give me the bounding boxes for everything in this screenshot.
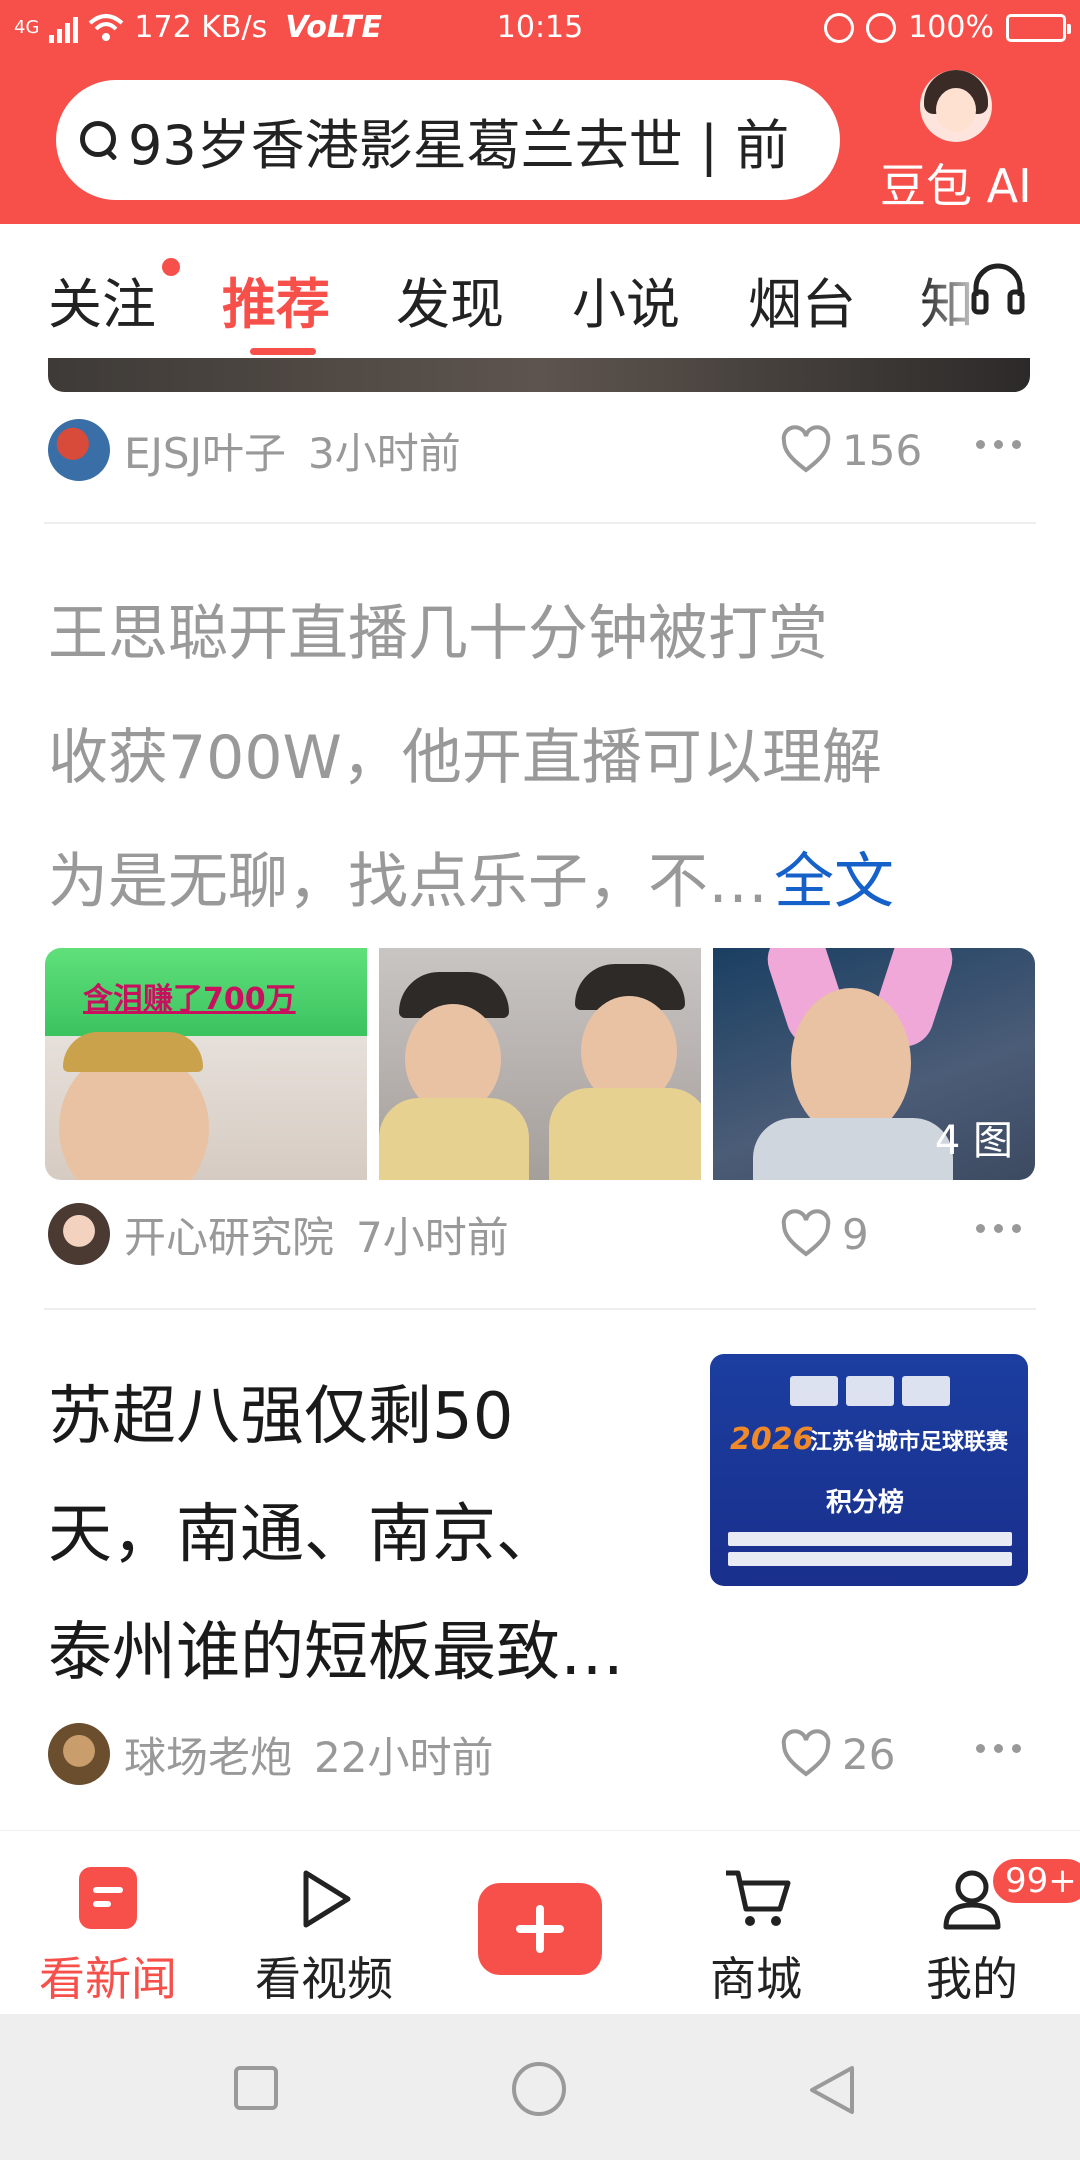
heart-icon — [781, 425, 831, 473]
header: 4G 172 KB/s VoLTE 10:15 100% 93岁香港影星葛兰去世… — [0, 0, 1080, 224]
image-count: 4 图 — [934, 1118, 1013, 1164]
cart-icon — [726, 1870, 791, 1926]
author-avatar[interactable] — [48, 419, 110, 481]
publish-button[interactable] — [478, 1883, 602, 1975]
recents-button[interactable] — [234, 2066, 278, 2110]
heart-icon — [781, 1209, 831, 1257]
channel-tabs: 关注 推荐 发现 小说 烟台 知 — [0, 224, 1080, 358]
tab-novel[interactable]: 小说 — [572, 260, 680, 339]
ai-avatar-icon — [920, 70, 992, 142]
home-button[interactable] — [512, 2062, 566, 2116]
doubao-ai-button[interactable]: 豆包 AI — [876, 62, 1076, 213]
battery-percent: 100% — [908, 10, 994, 45]
system-nav-bar — [0, 2014, 1080, 2160]
like-count: 9 — [842, 1209, 869, 1259]
author-avatar[interactable] — [48, 1723, 110, 1785]
article-text[interactable]: 王思聪开直播几十分钟被打赏 收获700W，他开直播可以理解 为是无聊，找点乐子，… — [48, 572, 1038, 944]
article-image-1[interactable]: 含泪赚了700万 — [45, 948, 367, 1180]
nav-mall[interactable]: 商城 — [666, 1867, 846, 2017]
back-button[interactable] — [804, 2062, 858, 2118]
bottom-nav: 看新闻 看视频 商城 我的 — [0, 1830, 1080, 2014]
article-title[interactable]: 苏超八强仅剩50 天，南通、南京、 泰州谁的短板最致… — [48, 1358, 688, 1712]
tab-recommend[interactable]: 推荐 — [222, 260, 330, 339]
card-subtitle: 积分榜 — [826, 1488, 905, 1518]
article-cover-image[interactable]: 2026 江苏省城市足球联赛 积分榜 — [710, 1354, 1028, 1586]
search-icon — [80, 121, 118, 159]
news-icon — [79, 1867, 137, 1929]
image-banner-text: 含泪赚了700万 — [83, 982, 296, 1017]
status-bar: 4G 172 KB/s VoLTE 10:15 100% — [0, 0, 1080, 56]
card-title: 江苏省城市足球联赛 — [810, 1430, 1009, 1455]
heart-icon — [781, 1729, 831, 1777]
post-time: 22小时前 — [314, 1732, 494, 1782]
author-name[interactable]: 球场老炮 — [124, 1724, 292, 1785]
like-button[interactable]: 156 — [780, 424, 922, 476]
tab-follow[interactable]: 关注 — [48, 260, 156, 339]
headphone-icon[interactable] — [968, 258, 1028, 318]
video-thumbnail[interactable] — [48, 358, 1030, 392]
post-time: 3小时前 — [307, 428, 461, 478]
article-meta: 开心研究院 7小时前 9 — [48, 1202, 1038, 1266]
divider — [44, 1308, 1036, 1310]
article-meta: 球场老炮 22小时前 26 — [48, 1722, 1038, 1786]
author-name[interactable]: EJSJ叶子 — [124, 420, 286, 481]
active-tab-indicator — [250, 348, 316, 355]
like-count: 156 — [842, 425, 923, 475]
search-bar[interactable]: 93岁香港影星葛兰去世 | 前 — [56, 80, 840, 200]
play-icon — [303, 1870, 351, 1928]
more-icon[interactable] — [976, 1224, 1021, 1233]
eye-comfort-icon — [824, 12, 855, 43]
author-name[interactable]: 开心研究院 — [124, 1204, 334, 1265]
read-full-link[interactable]: 全文 — [774, 847, 894, 917]
like-button[interactable]: 26 — [780, 1728, 895, 1780]
tab-discover[interactable]: 发现 — [396, 260, 504, 339]
ai-label: 豆包 AI — [880, 159, 1032, 213]
divider — [44, 522, 1036, 524]
notification-badge: 99+ — [990, 1856, 1080, 1906]
nav-news[interactable]: 看新闻 — [18, 1867, 198, 2017]
more-icon[interactable] — [976, 1744, 1021, 1753]
more-icon[interactable] — [976, 440, 1021, 449]
notification-dot — [162, 258, 180, 276]
article-image-2[interactable] — [379, 948, 701, 1180]
author-avatar[interactable] — [48, 1203, 110, 1265]
tab-yantai[interactable]: 烟台 — [748, 260, 856, 339]
search-query[interactable]: 93岁香港影星葛兰去世 | 前 — [128, 101, 789, 180]
rotation-lock-icon — [866, 12, 897, 43]
like-button[interactable]: 9 — [780, 1208, 869, 1260]
article-image-3[interactable]: 4 图 — [713, 948, 1035, 1180]
battery-icon — [1006, 13, 1071, 42]
article-meta: EJSJ叶子 3小时前 156 — [48, 418, 1038, 482]
card-year: 2026 — [730, 1422, 814, 1457]
like-count: 26 — [842, 1729, 896, 1779]
post-time: 7小时前 — [356, 1212, 509, 1262]
nav-video[interactable]: 看视频 — [234, 1867, 414, 2017]
